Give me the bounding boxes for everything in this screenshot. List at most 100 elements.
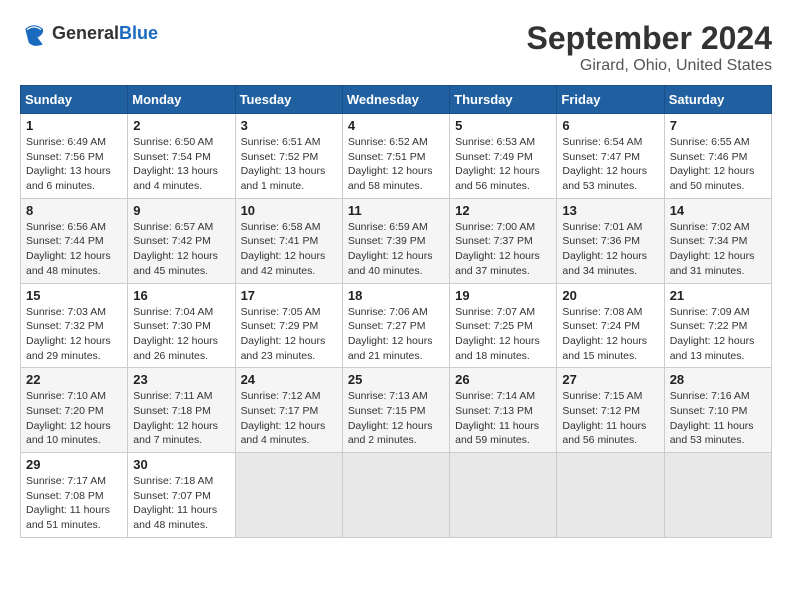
page-title: September 2024 <box>527 20 772 57</box>
calendar-cell: 22 Sunrise: 7:10 AMSunset: 7:20 PMDayligh… <box>21 368 128 453</box>
day-number: 15 <box>26 288 122 303</box>
day-detail: Sunrise: 7:16 AMSunset: 7:10 PMDaylight:… <box>670 389 766 448</box>
calendar-cell: 16 Sunrise: 7:04 AMSunset: 7:30 PMDayligh… <box>128 283 235 368</box>
calendar-cell: 19 Sunrise: 7:07 AMSunset: 7:25 PMDayligh… <box>450 283 557 368</box>
calendar-week-row: 8Sunrise: 6:56 AMSunset: 7:44 PMDaylight… <box>21 198 772 283</box>
day-number: 22 <box>26 372 122 387</box>
day-detail: Sunrise: 7:03 AMSunset: 7:32 PMDaylight:… <box>26 305 122 364</box>
calendar-week-row: 1 Sunrise: 6:49 AMSunset: 7:56 PMDaylight… <box>21 114 772 199</box>
day-number: 11 <box>348 203 444 218</box>
day-detail: Sunrise: 7:09 AMSunset: 7:22 PMDaylight:… <box>670 305 766 364</box>
calendar-cell: 27 Sunrise: 7:15 AMSunset: 7:12 PMDayligh… <box>557 368 664 453</box>
day-detail: Sunrise: 7:06 AMSunset: 7:27 PMDaylight:… <box>348 305 444 364</box>
day-detail: Sunrise: 6:51 AMSunset: 7:52 PMDaylight:… <box>241 135 337 194</box>
day-number: 29 <box>26 457 122 472</box>
day-detail: Sunrise: 6:52 AMSunset: 7:51 PMDaylight:… <box>348 135 444 194</box>
day-number: 2 <box>133 118 229 133</box>
calendar-cell: 29Sunrise: 7:17 AMSunset: 7:08 PMDayligh… <box>21 453 128 538</box>
logo: GeneralBlue <box>20 20 158 48</box>
calendar-cell: 26 Sunrise: 7:14 AMSunset: 7:13 PMDayligh… <box>450 368 557 453</box>
day-number: 9 <box>133 203 229 218</box>
calendar-cell: 20Sunrise: 7:08 AMSunset: 7:24 PMDayligh… <box>557 283 664 368</box>
day-number: 20 <box>562 288 658 303</box>
calendar-cell: 12Sunrise: 7:00 AMSunset: 7:37 PMDayligh… <box>450 198 557 283</box>
day-number: 1 <box>26 118 122 133</box>
day-number: 5 <box>455 118 551 133</box>
day-detail: Sunrise: 7:11 AMSunset: 7:18 PMDaylight:… <box>133 389 229 448</box>
day-detail: Sunrise: 7:04 AMSunset: 7:30 PMDaylight:… <box>133 305 229 364</box>
day-number: 16 <box>133 288 229 303</box>
day-detail: Sunrise: 7:00 AMSunset: 7:37 PMDaylight:… <box>455 220 551 279</box>
calendar-cell <box>342 453 449 538</box>
calendar-cell <box>235 453 342 538</box>
page-subtitle: Girard, Ohio, United States <box>527 57 772 75</box>
weekday-header-wednesday: Wednesday <box>342 86 449 114</box>
day-detail: Sunrise: 6:49 AMSunset: 7:56 PMDaylight:… <box>26 135 122 194</box>
day-detail: Sunrise: 7:01 AMSunset: 7:36 PMDaylight:… <box>562 220 658 279</box>
weekday-header-saturday: Saturday <box>664 86 771 114</box>
calendar-cell: 21 Sunrise: 7:09 AMSunset: 7:22 PMDayligh… <box>664 283 771 368</box>
day-number: 18 <box>348 288 444 303</box>
calendar-header-row: SundayMondayTuesdayWednesdayThursdayFrid… <box>21 86 772 114</box>
logo-blue-text: Blue <box>119 23 158 43</box>
day-detail: Sunrise: 6:56 AMSunset: 7:44 PMDaylight:… <box>26 220 122 279</box>
calendar-cell: 25Sunrise: 7:13 AMSunset: 7:15 PMDayligh… <box>342 368 449 453</box>
title-area: September 2024 Girard, Ohio, United Stat… <box>527 20 772 75</box>
day-number: 17 <box>241 288 337 303</box>
day-detail: Sunrise: 7:14 AMSunset: 7:13 PMDaylight:… <box>455 389 551 448</box>
day-number: 21 <box>670 288 766 303</box>
weekday-header-friday: Friday <box>557 86 664 114</box>
calendar-cell: 13Sunrise: 7:01 AMSunset: 7:36 PMDayligh… <box>557 198 664 283</box>
calendar-cell: 11 Sunrise: 6:59 AMSunset: 7:39 PMDayligh… <box>342 198 449 283</box>
day-detail: Sunrise: 6:55 AMSunset: 7:46 PMDaylight:… <box>670 135 766 194</box>
calendar-week-row: 29Sunrise: 7:17 AMSunset: 7:08 PMDayligh… <box>21 453 772 538</box>
day-number: 27 <box>562 372 658 387</box>
day-number: 26 <box>455 372 551 387</box>
calendar-cell: 30 Sunrise: 7:18 AMSunset: 7:07 PMDayligh… <box>128 453 235 538</box>
day-detail: Sunrise: 7:15 AMSunset: 7:12 PMDaylight:… <box>562 389 658 448</box>
calendar-cell: 17 Sunrise: 7:05 AMSunset: 7:29 PMDayligh… <box>235 283 342 368</box>
logo-general-text: General <box>52 23 119 43</box>
calendar-week-row: 15 Sunrise: 7:03 AMSunset: 7:32 PMDayligh… <box>21 283 772 368</box>
calendar-cell: 14Sunrise: 7:02 AMSunset: 7:34 PMDayligh… <box>664 198 771 283</box>
calendar-cell: 5Sunrise: 6:53 AMSunset: 7:49 PMDaylight… <box>450 114 557 199</box>
day-number: 19 <box>455 288 551 303</box>
day-detail: Sunrise: 7:10 AMSunset: 7:20 PMDaylight:… <box>26 389 122 448</box>
day-detail: Sunrise: 7:05 AMSunset: 7:29 PMDaylight:… <box>241 305 337 364</box>
day-number: 7 <box>670 118 766 133</box>
day-detail: Sunrise: 7:12 AMSunset: 7:17 PMDaylight:… <box>241 389 337 448</box>
calendar-cell: 2 Sunrise: 6:50 AMSunset: 7:54 PMDaylight… <box>128 114 235 199</box>
weekday-header-monday: Monday <box>128 86 235 114</box>
day-number: 4 <box>348 118 444 133</box>
calendar-cell: 15 Sunrise: 7:03 AMSunset: 7:32 PMDayligh… <box>21 283 128 368</box>
day-detail: Sunrise: 7:18 AMSunset: 7:07 PMDaylight:… <box>133 474 229 533</box>
day-detail: Sunrise: 6:50 AMSunset: 7:54 PMDaylight:… <box>133 135 229 194</box>
calendar-cell: 1 Sunrise: 6:49 AMSunset: 7:56 PMDaylight… <box>21 114 128 199</box>
day-detail: Sunrise: 6:59 AMSunset: 7:39 PMDaylight:… <box>348 220 444 279</box>
logo-text: GeneralBlue <box>52 24 158 44</box>
calendar-cell: 4 Sunrise: 6:52 AMSunset: 7:51 PMDaylight… <box>342 114 449 199</box>
weekday-header-thursday: Thursday <box>450 86 557 114</box>
day-number: 10 <box>241 203 337 218</box>
calendar-cell: 28 Sunrise: 7:16 AMSunset: 7:10 PMDayligh… <box>664 368 771 453</box>
day-detail: Sunrise: 6:57 AMSunset: 7:42 PMDaylight:… <box>133 220 229 279</box>
calendar-cell <box>557 453 664 538</box>
calendar-body: 1 Sunrise: 6:49 AMSunset: 7:56 PMDaylight… <box>21 114 772 538</box>
day-number: 30 <box>133 457 229 472</box>
calendar-cell: 24 Sunrise: 7:12 AMSunset: 7:17 PMDayligh… <box>235 368 342 453</box>
day-detail: Sunrise: 7:07 AMSunset: 7:25 PMDaylight:… <box>455 305 551 364</box>
day-number: 14 <box>670 203 766 218</box>
day-number: 24 <box>241 372 337 387</box>
logo-icon <box>20 20 48 48</box>
calendar-cell <box>450 453 557 538</box>
day-number: 3 <box>241 118 337 133</box>
calendar-cell: 6Sunrise: 6:54 AMSunset: 7:47 PMDaylight… <box>557 114 664 199</box>
day-number: 23 <box>133 372 229 387</box>
day-number: 28 <box>670 372 766 387</box>
calendar-cell: 3 Sunrise: 6:51 AMSunset: 7:52 PMDaylight… <box>235 114 342 199</box>
day-detail: Sunrise: 7:13 AMSunset: 7:15 PMDaylight:… <box>348 389 444 448</box>
calendar-cell: 7 Sunrise: 6:55 AMSunset: 7:46 PMDaylight… <box>664 114 771 199</box>
weekday-header-sunday: Sunday <box>21 86 128 114</box>
calendar-cell: 18 Sunrise: 7:06 AMSunset: 7:27 PMDayligh… <box>342 283 449 368</box>
calendar-cell: 10Sunrise: 6:58 AMSunset: 7:41 PMDayligh… <box>235 198 342 283</box>
